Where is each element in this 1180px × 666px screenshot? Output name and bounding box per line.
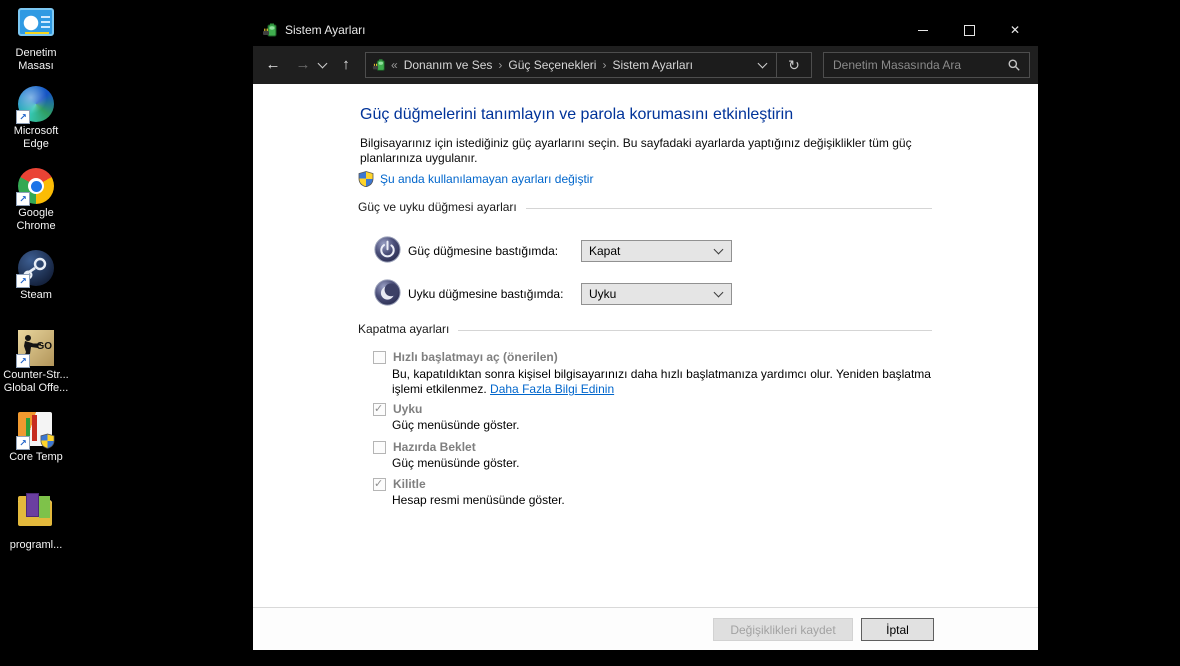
search-box[interactable] bbox=[823, 52, 1030, 78]
recent-pages-chevron-icon[interactable] bbox=[317, 58, 328, 69]
shutdown-section-header: Kapatma ayarları bbox=[358, 322, 932, 336]
sleep-button-icon bbox=[374, 279, 401, 306]
desktop-icon-steam[interactable]: ↗ Steam bbox=[0, 250, 72, 302]
dropdown-selected-value: Uyku bbox=[589, 287, 617, 301]
hibernate-label: Hazırda Beklet bbox=[393, 440, 476, 454]
save-changes-button[interactable]: Değişiklikleri kaydet bbox=[713, 618, 853, 641]
maximize-button[interactable] bbox=[946, 14, 992, 46]
lock-label: Kilitle bbox=[393, 477, 426, 491]
cancel-button[interactable]: İptal bbox=[861, 618, 934, 641]
power-button-icon bbox=[374, 236, 401, 263]
magnifier-icon bbox=[1007, 58, 1021, 72]
desktop-icon-chrome[interactable]: ↗ Google Chrome bbox=[0, 168, 72, 233]
desktop-icon-label: Google Chrome bbox=[16, 207, 56, 233]
chrome-icon: ↗ bbox=[16, 168, 54, 206]
shortcut-arrow-icon: ↗ bbox=[16, 436, 30, 450]
desktop-icon-edge[interactable]: ↗ Microsoft Edge bbox=[0, 86, 72, 151]
shortcut-arrow-icon: ↗ bbox=[16, 192, 30, 206]
desktop: Denetim Masası ↗ Microsoft Edge ↗ Google… bbox=[0, 0, 74, 666]
lock-option-row: Kilitle bbox=[373, 477, 426, 491]
change-unavailable-settings-link[interactable]: Şu anda kullanılamayan ayarları değiştir bbox=[380, 172, 593, 186]
desktop-icon-control-panel[interactable]: Denetim Masası bbox=[0, 4, 72, 73]
description-text: Bu, kapatıldıktan sonra kişisel bilgisay… bbox=[392, 367, 931, 396]
power-button-label: Güç düğmesine bastığımda: bbox=[408, 244, 559, 258]
navigation-toolbar: ← → ↑ « Donanım ve Ses › Güç Seçenekleri… bbox=[253, 46, 1038, 84]
hibernate-checkbox[interactable] bbox=[373, 440, 386, 454]
uac-shield-icon bbox=[358, 171, 374, 187]
hibernate-description: Güç menüsünde göster. bbox=[392, 456, 520, 470]
power-options-battery-icon bbox=[262, 22, 278, 41]
control-panel-icon bbox=[18, 8, 54, 44]
page-title: Güç düğmelerini tanımlayın ve parola kor… bbox=[360, 106, 794, 123]
system-settings-window: Sistem Ayarları ✕ ← → ↑ « Donanım ve Ses bbox=[253, 14, 1038, 650]
desktop-icon-programlar-folder[interactable]: programl... bbox=[0, 492, 72, 552]
core-temp-icon: ↗ bbox=[16, 412, 55, 450]
lock-description: Hesap resmi menüsünde göster. bbox=[392, 493, 565, 507]
refresh-button[interactable]: ↻ bbox=[776, 52, 812, 78]
titlebar: Sistem Ayarları ✕ bbox=[253, 14, 1038, 46]
fast-startup-checkbox[interactable] bbox=[373, 350, 386, 364]
shortcut-arrow-icon: ↗ bbox=[16, 110, 30, 124]
desktop-icon-label: Denetim Masası bbox=[15, 47, 57, 73]
learn-more-link[interactable]: Daha Fazla Bilgi Edinin bbox=[490, 382, 614, 396]
lock-checkbox[interactable] bbox=[373, 477, 386, 491]
breadcrumb-item-sistem-ayarlari[interactable]: Sistem Ayarları bbox=[606, 58, 698, 72]
sleep-label: Uyku bbox=[393, 402, 423, 416]
search-input[interactable] bbox=[824, 58, 1007, 72]
window-title: Sistem Ayarları bbox=[285, 23, 366, 37]
desktop-icon-core-temp[interactable]: ↗ Core Temp bbox=[0, 410, 72, 464]
fast-startup-label: Hızlı başlatmayı aç (önerilen) bbox=[393, 350, 558, 364]
desktop-icon-label: programl... bbox=[9, 539, 63, 551]
desktop-icon-csgo[interactable]: GO ↗ Counter-Str... Global Offe... bbox=[0, 330, 72, 395]
uac-shield-icon bbox=[40, 433, 55, 449]
desktop-icon-label: Steam bbox=[20, 289, 52, 301]
power-options-battery-icon bbox=[372, 58, 386, 72]
intro-text: Bilgisayarınız için istediğiniz güç ayar… bbox=[360, 136, 912, 165]
steam-icon: ↗ bbox=[16, 250, 54, 288]
folder-icon bbox=[18, 493, 54, 536]
edge-icon: ↗ bbox=[16, 86, 54, 124]
maximize-icon bbox=[963, 25, 975, 37]
csgo-go-text: GO bbox=[36, 341, 52, 352]
back-button[interactable]: ← bbox=[259, 46, 287, 84]
breadcrumb-item-guc-secenekleri[interactable]: Güç Seçenekleri bbox=[502, 58, 602, 72]
up-button[interactable]: ↑ bbox=[333, 46, 359, 84]
desktop-icon-label: Microsoft Edge bbox=[13, 125, 59, 151]
power-sleep-section-header: Güç ve uyku düğmesi ayarları bbox=[358, 200, 932, 214]
section-divider bbox=[458, 330, 932, 331]
address-bar[interactable]: « Donanım ve Ses › Güç Seçenekleri › Sis… bbox=[365, 52, 777, 78]
sleep-button-action-dropdown[interactable]: Uyku bbox=[581, 283, 732, 305]
minimize-button[interactable] bbox=[900, 14, 946, 46]
sleep-checkbox[interactable] bbox=[373, 402, 386, 416]
uac-link-row: Şu anda kullanılamayan ayarları değiştir bbox=[358, 171, 593, 187]
sleep-option-row: Uyku bbox=[373, 402, 422, 416]
minimize-icon bbox=[918, 30, 928, 32]
csgo-icon: GO ↗ bbox=[16, 330, 54, 368]
dropdown-selected-value: Kapat bbox=[589, 244, 621, 258]
section-title: Güç ve uyku düğmesi ayarları bbox=[358, 200, 517, 214]
shortcut-arrow-icon: ↗ bbox=[16, 354, 30, 368]
breadcrumb-prefix: « bbox=[391, 58, 398, 72]
section-divider bbox=[525, 208, 932, 209]
footer-bar: Değişiklikleri kaydet İptal bbox=[253, 607, 1038, 650]
chevron-down-icon bbox=[713, 287, 724, 298]
shortcut-arrow-icon: ↗ bbox=[16, 274, 30, 288]
hibernate-option-row: Hazırda Beklet bbox=[373, 440, 476, 454]
desktop-icon-label: Core Temp bbox=[9, 451, 63, 463]
fast-startup-description: Bu, kapatıldıktan sonra kişisel bilgisay… bbox=[392, 367, 957, 397]
fast-startup-row: Hızlı başlatmayı aç (önerilen) bbox=[373, 350, 558, 364]
forward-button[interactable]: → bbox=[289, 46, 317, 84]
section-title: Kapatma ayarları bbox=[358, 322, 450, 336]
close-button[interactable]: ✕ bbox=[992, 14, 1038, 46]
sleep-description: Güç menüsünde göster. bbox=[392, 418, 520, 432]
power-button-action-dropdown[interactable]: Kapat bbox=[581, 240, 732, 262]
sleep-button-label: Uyku düğmesine bastığımda: bbox=[408, 287, 564, 301]
chevron-down-icon bbox=[713, 244, 724, 255]
desktop-icon-label: Counter-Str... Global Offe... bbox=[3, 369, 69, 395]
breadcrumb-item-donanim-ve-ses[interactable]: Donanım ve Ses bbox=[398, 58, 499, 72]
settings-content: Güç düğmelerini tanımlayın ve parola kor… bbox=[253, 84, 1038, 607]
address-dropdown-chevron-icon[interactable] bbox=[757, 58, 768, 69]
